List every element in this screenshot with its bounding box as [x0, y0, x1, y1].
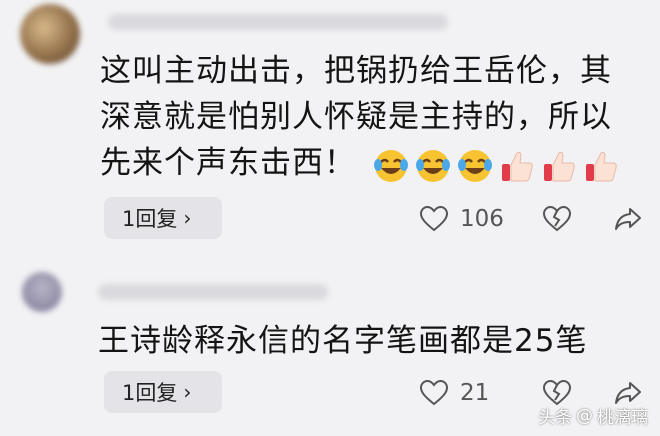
heart-icon — [420, 206, 448, 232]
comment-text: 这叫主动出击，把锅扔给王岳伦，其深意就是怕别人怀疑是主持的，所以先来个声东击西！ — [100, 48, 640, 188]
emoji-group — [373, 142, 625, 188]
chevron-right-icon: › — [183, 206, 192, 230]
reply-count-button[interactable]: 1回复 › — [104, 197, 222, 239]
reply-count-label: 1回复 — [122, 381, 178, 405]
avatar[interactable] — [22, 272, 62, 312]
watermark-prefix: 头条 — [538, 408, 572, 428]
laughing-crying-emoji — [457, 150, 492, 182]
heart-icon — [420, 380, 448, 406]
laughing-crying-emoji — [373, 150, 408, 182]
watermark: 头条 @ 桃漓璃 — [538, 403, 648, 429]
avatar[interactable] — [20, 4, 80, 64]
comment-item: 这叫主动出击，把锅扔给王岳伦，其深意就是怕别人怀疑是主持的，所以先来个声东击西！ — [0, 0, 660, 262]
at-icon: @ — [576, 405, 593, 426]
username-blurred[interactable] — [108, 14, 448, 30]
share-button[interactable] — [614, 199, 642, 239]
like-count: 106 — [460, 206, 504, 232]
broken-heart-icon — [543, 206, 571, 232]
username-blurred[interactable] — [98, 284, 328, 300]
comment-text: 王诗龄释永信的名字笔画都是25笔 — [98, 323, 588, 359]
thumbs-up-emoji — [543, 151, 575, 182]
like-button[interactable]: 21 — [420, 373, 489, 413]
reply-count-label: 1回复 — [122, 207, 178, 231]
dislike-button[interactable] — [543, 199, 571, 239]
reply-count-button[interactable]: 1回复 › — [104, 371, 222, 413]
watermark-handle: 桃漓璃 — [597, 408, 648, 428]
comment-actions: 106 — [400, 199, 660, 239]
share-icon — [615, 208, 641, 230]
chevron-right-icon: › — [183, 380, 192, 404]
thumbs-up-emoji — [585, 151, 617, 182]
like-button[interactable]: 106 — [420, 199, 504, 239]
like-count: 21 — [460, 380, 490, 406]
laughing-crying-emoji — [415, 150, 450, 182]
thumbs-up-emoji — [501, 151, 533, 182]
